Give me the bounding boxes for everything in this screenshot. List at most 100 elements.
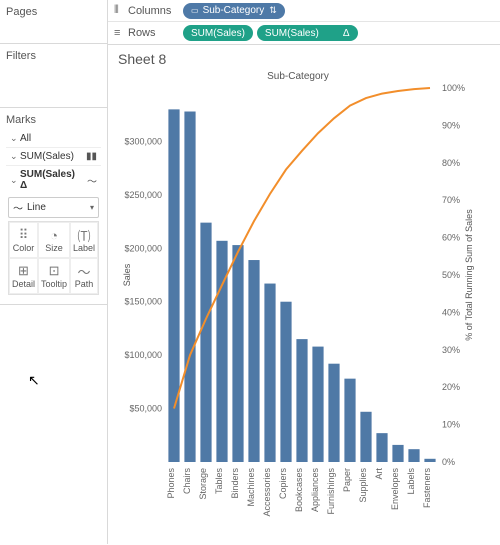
svg-text:Labels: Labels: [406, 468, 416, 495]
pages-title: Pages: [6, 4, 101, 20]
dim-icon: ▭: [191, 6, 199, 15]
svg-text:20%: 20%: [442, 382, 460, 392]
path-icon: 〜: [78, 263, 91, 279]
main-area: ↖ ⦀ Columns ▭ Sub-Category ⇅ ≡ Rows SUM(…: [108, 0, 500, 544]
pill-sumsales-1[interactable]: SUM(Sales): [183, 25, 253, 41]
chevron-down-icon: ⌄: [10, 175, 20, 186]
caret-down-icon: ▾: [90, 203, 94, 212]
pages-panel: Pages: [0, 0, 107, 44]
sheet: Sheet 8 Sub-Category $50,000 $100,000 $150…: [108, 45, 500, 545]
marks-all-row[interactable]: ⌄ All: [6, 130, 101, 147]
svg-text:Storage: Storage: [198, 468, 208, 500]
chart-title: Sub-Category: [118, 71, 478, 82]
svg-text:40%: 40%: [442, 307, 460, 317]
filters-panel: Filters: [0, 44, 107, 108]
bar: [360, 412, 371, 462]
bar: [408, 449, 419, 462]
svg-text:Envelopes: Envelopes: [390, 468, 400, 511]
mark-type-dropdown[interactable]: 〜 Line ▾: [8, 197, 99, 218]
svg-text:Art: Art: [374, 468, 384, 480]
svg-text:Phones: Phones: [166, 468, 176, 499]
label-button[interactable]: 🄣Label: [70, 222, 98, 258]
svg-text:Tables: Tables: [214, 468, 224, 495]
color-button[interactable]: ⠿Color: [9, 222, 38, 258]
detail-button[interactable]: ⊞Detail: [9, 258, 38, 294]
bar-icon: ▮▮: [83, 151, 97, 162]
sheet-title: Sheet 8: [118, 51, 492, 67]
svg-text:Furnishings: Furnishings: [326, 468, 336, 515]
shelves: ⦀ Columns ▭ Sub-Category ⇅ ≡ Rows SUM(Sa…: [108, 0, 500, 45]
svg-text:70%: 70%: [442, 195, 460, 205]
size-icon: ◔: [50, 227, 58, 243]
chart: Sub-Category $50,000 $100,000 $150,000 $200…: [118, 71, 478, 541]
svg-text:Machines: Machines: [246, 468, 256, 507]
left-sidebar: Pages Filters Marks ⌄ All ⌄ SUM(Sales) ▮…: [0, 0, 108, 544]
bar: [424, 459, 435, 462]
svg-text:Accessories: Accessories: [262, 468, 272, 517]
bar: [264, 284, 275, 462]
svg-text:Fasteners: Fasteners: [422, 468, 432, 509]
columns-icon: ⦀: [114, 4, 128, 17]
pill-sumsales-2[interactable]: SUM(Sales)Δ: [257, 25, 358, 41]
path-button[interactable]: 〜Path: [70, 258, 98, 294]
bar: [344, 379, 355, 462]
svg-text:30%: 30%: [442, 345, 460, 355]
pill-subcategory[interactable]: ▭ Sub-Category ⇅: [183, 3, 285, 19]
svg-text:Paper: Paper: [342, 468, 352, 492]
detail-icon: ⊞: [18, 263, 29, 279]
svg-text:80%: 80%: [442, 158, 460, 168]
svg-text:$300,000: $300,000: [124, 136, 162, 146]
chevron-down-icon: ⌄: [10, 133, 20, 144]
svg-text:Bookcases: Bookcases: [294, 468, 304, 513]
rows-icon: ≡: [114, 27, 128, 39]
svg-text:$250,000: $250,000: [124, 190, 162, 200]
filters-title: Filters: [6, 48, 101, 64]
svg-text:Chairs: Chairs: [182, 468, 192, 495]
svg-text:% of Total Running Sum of Sale: % of Total Running Sum of Sales: [464, 209, 474, 341]
marks-sumsales-line-row[interactable]: ⌄ SUM(Sales) Δ 〜: [6, 165, 101, 194]
marks-sumsales-bar-row[interactable]: ⌄ SUM(Sales) ▮▮: [6, 147, 101, 165]
size-button[interactable]: ◔Size: [38, 222, 70, 258]
svg-text:Supplies: Supplies: [358, 468, 368, 503]
marks-button-grid: ⠿Color ◔Size 🄣Label ⊞Detail ⊡Tooltip 〜Pa…: [8, 221, 99, 295]
svg-text:0%: 0%: [442, 457, 455, 467]
svg-text:Sales: Sales: [122, 263, 132, 286]
svg-text:90%: 90%: [442, 120, 460, 130]
line-icon: 〜: [83, 173, 97, 188]
tooltip-button[interactable]: ⊡Tooltip: [38, 258, 70, 294]
bar: [392, 445, 403, 462]
svg-text:60%: 60%: [442, 233, 460, 243]
bar: [376, 433, 387, 462]
chevron-down-icon: ⌄: [10, 151, 20, 162]
bar: [168, 109, 179, 462]
bar: [200, 223, 211, 462]
line-icon: 〜: [13, 200, 23, 215]
bar: [328, 364, 339, 462]
bar: [312, 347, 323, 462]
svg-text:Binders: Binders: [230, 468, 240, 499]
bar: [296, 339, 307, 462]
bar: [184, 112, 195, 462]
svg-text:$50,000: $50,000: [129, 404, 162, 414]
columns-shelf[interactable]: ⦀ Columns ▭ Sub-Category ⇅: [108, 0, 500, 22]
color-icon: ⠿: [19, 227, 29, 243]
bar: [280, 302, 291, 462]
svg-text:$150,000: $150,000: [124, 297, 162, 307]
svg-text:100%: 100%: [442, 84, 465, 93]
rows-shelf[interactable]: ≡ Rows SUM(Sales) SUM(Sales)Δ: [108, 22, 500, 44]
svg-text:Appliances: Appliances: [310, 468, 320, 513]
svg-text:$100,000: $100,000: [124, 350, 162, 360]
marks-panel: Marks ⌄ All ⌄ SUM(Sales) ▮▮ ⌄ SUM(Sales)…: [0, 108, 107, 305]
svg-text:50%: 50%: [442, 270, 460, 280]
dropdown-value: Line: [27, 202, 46, 213]
svg-text:10%: 10%: [442, 420, 460, 430]
sort-desc-icon: ⇅: [269, 5, 277, 16]
label-icon: 🄣: [78, 227, 91, 243]
svg-text:Copiers: Copiers: [278, 468, 288, 500]
bar: [248, 260, 259, 462]
marks-title: Marks: [6, 112, 101, 128]
tooltip-icon: ⊡: [49, 263, 60, 279]
chart-svg: $50,000 $100,000 $150,000 $200,000 $250,000 $…: [118, 84, 478, 534]
svg-text:$200,000: $200,000: [124, 243, 162, 253]
bar: [232, 245, 243, 462]
